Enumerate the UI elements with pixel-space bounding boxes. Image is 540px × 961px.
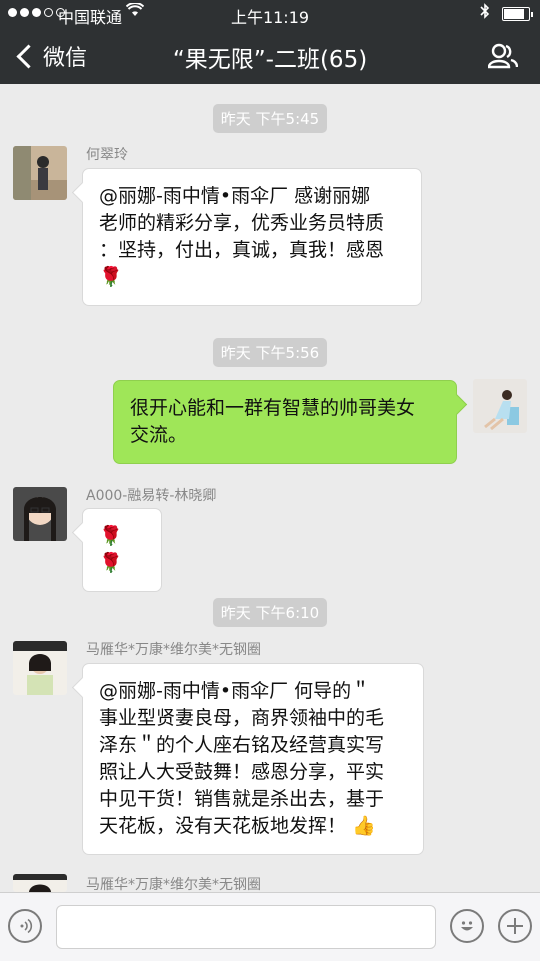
message-input[interactable] bbox=[56, 905, 436, 949]
message-line: 泽东＂的个人座右铭及经营真实写 bbox=[99, 734, 385, 756]
message-line: 很开心能和一群有智慧的帅哥美女 bbox=[130, 397, 416, 419]
message-bubble[interactable]: @丽娜-雨中情•雨伞厂 何导的＂ 事业型贤妻良母，商界领袖中的毛 泽东＂的个人座… bbox=[82, 663, 424, 855]
avatar[interactable] bbox=[13, 487, 67, 541]
message-line: 事业型贤妻良母，商界领袖中的毛 bbox=[99, 707, 385, 729]
message-line: 交流。 bbox=[130, 424, 188, 446]
avatar[interactable] bbox=[13, 641, 67, 695]
contacts-icon[interactable] bbox=[487, 42, 519, 70]
top-bar: 中国联通 上午11:19 微信 “果无限”-二班(65) bbox=[0, 0, 540, 84]
battery-icon bbox=[502, 7, 533, 21]
message-line: 天花板，没有天花板地发挥！ bbox=[99, 815, 347, 837]
message-line: ：坚持，付出，真诚，真我！感恩 bbox=[99, 239, 385, 261]
sender-name: 何翠玲 bbox=[86, 147, 128, 163]
status-time: 上午11:19 bbox=[230, 8, 310, 27]
chat-area[interactable]: 昨天 下午5:45 何翠玲 @丽娜-雨中情•雨伞厂 感谢丽娜 老师的精彩分享，优… bbox=[0, 84, 540, 893]
avatar-self[interactable] bbox=[473, 379, 527, 433]
message-line: 老师的精彩分享，优秀业务员特质 bbox=[99, 212, 385, 234]
bluetooth-icon bbox=[480, 3, 490, 23]
avatar[interactable] bbox=[13, 146, 67, 200]
message-line: 中见干货！销售就是杀出去，基于 bbox=[99, 788, 385, 810]
chat-title: “果无限”-二班(65) bbox=[172, 47, 368, 73]
message-bubble[interactable]: @丽娜-雨中情•雨伞厂 感谢丽娜 老师的精彩分享，优秀业务员特质 ：坚持，付出，… bbox=[82, 168, 422, 306]
input-bar bbox=[0, 892, 540, 961]
message-bubble-self[interactable]: 很开心能和一群有智慧的帅哥美女 交流。 bbox=[113, 380, 457, 464]
message-line: @丽娜-雨中情•雨伞厂 何导的＂ bbox=[99, 680, 371, 702]
nav-bar: 微信 “果无限”-二班(65) bbox=[0, 30, 540, 84]
emoji-icon[interactable] bbox=[450, 909, 484, 943]
sender-name: A000-融易转-林晓卿 bbox=[86, 488, 217, 504]
sender-name: 马雁华*万康*维尔美*无钢圈 bbox=[86, 877, 261, 893]
rose-emoji: 🌹 🌹 bbox=[99, 525, 123, 574]
message-line: @丽娜-雨中情•雨伞厂 感谢丽娜 bbox=[99, 185, 371, 207]
timestamp: 昨天 下午5:56 bbox=[0, 338, 540, 367]
message-bubble[interactable]: 🌹 🌹 bbox=[82, 508, 162, 592]
status-bar: 中国联通 上午11:19 bbox=[0, 0, 540, 30]
timestamp: 昨天 下午6:10 bbox=[0, 598, 540, 627]
rose-emoji: 🌹 bbox=[99, 266, 123, 288]
avatar[interactable] bbox=[13, 874, 67, 892]
thumbs-up-emoji: 👍 bbox=[352, 815, 376, 837]
timestamp: 昨天 下午5:45 bbox=[0, 104, 540, 133]
message-line: 照让人大受鼓舞！感恩分享，平实 bbox=[99, 761, 385, 783]
sender-name: 马雁华*万康*维尔美*无钢圈 bbox=[86, 642, 261, 658]
voice-icon[interactable] bbox=[8, 909, 42, 943]
plus-icon[interactable] bbox=[498, 909, 532, 943]
